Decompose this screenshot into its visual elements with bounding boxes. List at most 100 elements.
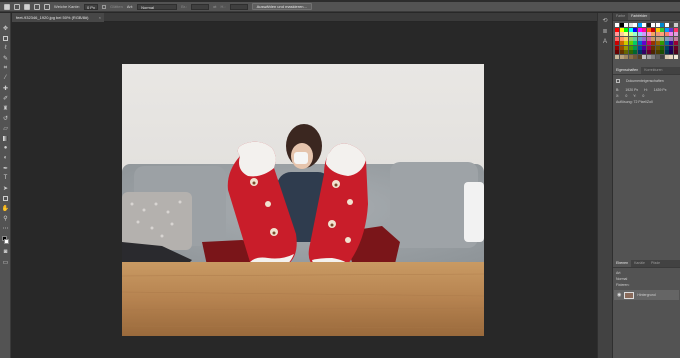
color-swatch[interactable]	[646, 41, 651, 45]
color-swatch[interactable]	[628, 36, 633, 41]
history-panel-icon[interactable]: ⟲	[601, 17, 609, 24]
color-swatch[interactable]	[651, 32, 655, 36]
color-swatch[interactable]	[619, 41, 624, 45]
color-swatch[interactable]	[655, 45, 660, 50]
color-swatch[interactable]	[615, 23, 619, 27]
color-swatch[interactable]	[669, 41, 673, 45]
color-swatch[interactable]	[633, 27, 637, 32]
color-swatch[interactable]	[619, 32, 624, 36]
color-swatch[interactable]	[642, 45, 646, 50]
x-value[interactable]: 0	[625, 94, 627, 98]
intersect-selection-icon[interactable]	[44, 3, 50, 10]
color-swatch[interactable]	[655, 23, 660, 27]
color-swatch[interactable]	[624, 54, 628, 59]
healing-brush-tool-icon[interactable]: ✚	[0, 83, 11, 93]
color-swatch[interactable]	[669, 27, 673, 32]
color-swatch[interactable]	[624, 41, 628, 45]
color-swatch[interactable]	[655, 27, 660, 32]
color-swatch[interactable]	[628, 23, 633, 27]
color-swatch[interactable]	[642, 23, 646, 27]
color-swatch[interactable]	[669, 54, 673, 59]
color-swatch[interactable]	[628, 41, 633, 45]
color-swatch[interactable]	[669, 36, 673, 41]
screen-mode-icon[interactable]: ▭	[0, 257, 11, 267]
color-swatch[interactable]	[664, 32, 669, 36]
color-swatch[interactable]	[655, 32, 660, 36]
color-swatch[interactable]	[660, 23, 664, 27]
pen-tool-icon[interactable]: ✒	[0, 163, 11, 173]
anti-alias-checkbox[interactable]	[101, 4, 106, 9]
color-swatch[interactable]	[633, 23, 637, 27]
properties-panel-icon[interactable]: ≣	[601, 28, 609, 35]
tab-channels[interactable]: Kanäle	[631, 260, 648, 267]
color-swatch[interactable]	[615, 54, 619, 59]
color-swatch[interactable]	[637, 23, 642, 27]
color-swatch[interactable]	[642, 41, 646, 45]
dodge-tool-icon[interactable]: ◐	[0, 153, 11, 163]
color-swatch[interactable]	[628, 54, 633, 59]
color-swatch[interactable]	[651, 41, 655, 45]
eraser-tool-icon[interactable]: ▱	[0, 123, 11, 133]
color-swatch[interactable]	[664, 23, 669, 27]
color-swatch[interactable]	[646, 32, 651, 36]
color-swatch[interactable]	[628, 32, 633, 36]
color-swatch[interactable]	[673, 50, 678, 54]
color-swatch[interactable]	[655, 41, 660, 45]
marquee-tool-preset-icon[interactable]	[4, 3, 10, 10]
color-swatch[interactable]	[655, 36, 660, 41]
zoom-tool-icon[interactable]: ⚲	[0, 213, 11, 223]
color-swatch[interactable]	[628, 45, 633, 50]
tab-adjustments[interactable]: Korrekturen	[641, 67, 665, 74]
height-value[interactable]: 1439 Px	[654, 88, 667, 92]
color-swatch[interactable]	[642, 50, 646, 54]
more-tools-icon[interactable]: ⋯	[0, 223, 11, 233]
rectangle-tool-icon[interactable]	[0, 193, 11, 203]
width-input[interactable]	[191, 3, 210, 10]
blur-tool-icon[interactable]: ●	[0, 143, 11, 153]
select-and-mask-button[interactable]: Auswählen und maskieren...	[251, 3, 312, 10]
color-swatch[interactable]	[619, 27, 624, 32]
color-swatch[interactable]	[615, 27, 619, 32]
color-swatch[interactable]	[624, 36, 628, 41]
document-tab[interactable]: feet-932346_1920.jpg bei 50% (RGB/8#) ×	[12, 13, 104, 22]
color-swatch[interactable]	[669, 45, 673, 50]
color-swatch[interactable]	[615, 41, 619, 45]
tab-properties[interactable]: Eigenschaften	[613, 66, 642, 74]
marquee-tool-icon[interactable]	[0, 33, 11, 43]
color-swatches[interactable]	[0, 235, 11, 247]
color-swatch[interactable]	[651, 23, 655, 27]
color-swatch[interactable]	[642, 54, 646, 59]
color-swatch[interactable]	[664, 54, 669, 59]
color-swatch[interactable]	[637, 36, 642, 41]
color-swatch[interactable]	[664, 45, 669, 50]
crop-tool-icon[interactable]: ⌗	[0, 63, 11, 73]
color-swatch[interactable]	[673, 45, 678, 50]
color-swatch[interactable]	[673, 36, 678, 41]
color-swatch[interactable]	[628, 27, 633, 32]
color-swatch[interactable]	[637, 32, 642, 36]
color-swatch[interactable]	[646, 27, 651, 32]
feather-input[interactable]: 0 Px	[83, 3, 98, 10]
width-value[interactable]: 1920 Px	[625, 88, 638, 92]
quick-selection-tool-icon[interactable]: ✎	[0, 53, 11, 63]
layer-filter-kind[interactable]: Art	[616, 271, 620, 275]
style-select[interactable]: Normal	[137, 3, 178, 10]
color-swatch[interactable]	[660, 36, 664, 41]
color-swatch[interactable]	[660, 54, 664, 59]
color-swatch[interactable]	[619, 54, 624, 59]
background-color-swatch[interactable]	[4, 239, 9, 244]
color-swatch[interactable]	[633, 50, 637, 54]
color-swatch[interactable]	[637, 27, 642, 32]
color-swatch[interactable]	[646, 50, 651, 54]
history-brush-tool-icon[interactable]: ↺	[0, 113, 11, 123]
y-value[interactable]: 0	[642, 94, 644, 98]
color-swatch[interactable]	[673, 32, 678, 36]
color-swatch[interactable]	[673, 41, 678, 45]
tab-layers[interactable]: Ebenen	[613, 260, 632, 267]
color-swatch[interactable]	[615, 36, 619, 41]
color-swatch[interactable]	[669, 32, 673, 36]
color-swatch[interactable]	[624, 27, 628, 32]
color-swatch[interactable]	[673, 27, 678, 32]
color-swatch[interactable]	[669, 50, 673, 54]
type-tool-icon[interactable]: T	[0, 173, 11, 183]
